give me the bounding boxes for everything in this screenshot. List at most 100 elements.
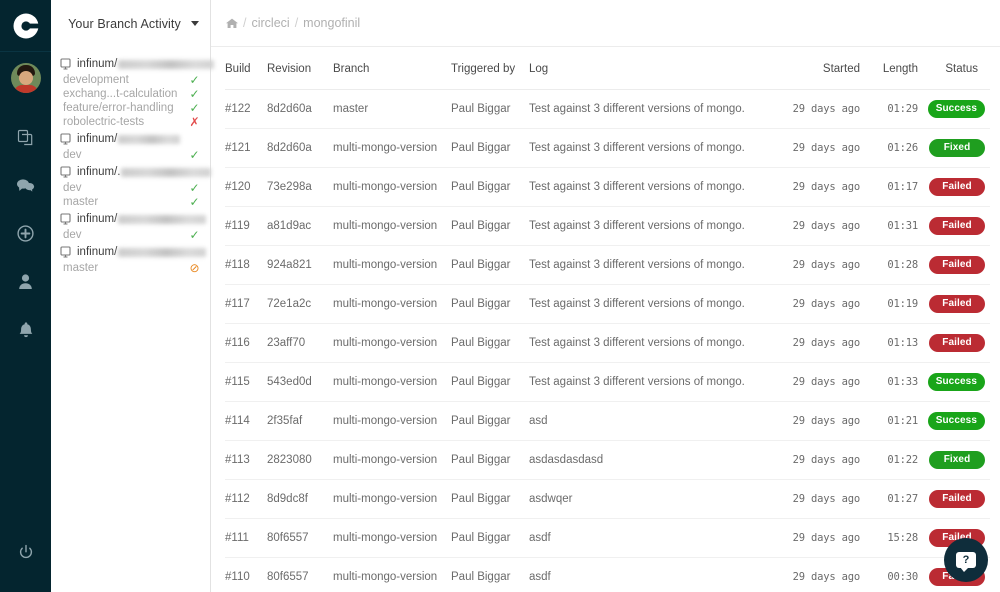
status-cell: Fixed <box>918 441 990 480</box>
project-header[interactable]: infinum/ <box>51 243 210 261</box>
branch-status-failed-icon: ✗ <box>188 116 201 128</box>
sidebar-branch-item[interactable]: exchang...t-calculation✓ <box>51 87 210 101</box>
build-number: #115 <box>225 363 267 402</box>
column-header-status[interactable]: Status <box>918 47 990 90</box>
builds-table: Build Revision Branch Triggered by Log S… <box>225 47 990 592</box>
status-badge: Success <box>928 100 985 118</box>
triggered-by: Paul Biggar <box>451 246 529 285</box>
table-row[interactable]: #11623aff70multi-mongo-versionPaul Bigga… <box>225 324 990 363</box>
table-row[interactable]: #1218d2d60amulti-mongo-versionPaul Bigga… <box>225 129 990 168</box>
project-name: infinum/ <box>77 246 206 258</box>
builds-icon[interactable] <box>0 113 51 161</box>
build-length: 01:28 <box>860 246 918 285</box>
triggered-by: Paul Biggar <box>451 129 529 168</box>
status-cell: Failed <box>918 246 990 285</box>
builds-table-wrap: Build Revision Branch Triggered by Log S… <box>211 47 1000 592</box>
status-cell: Success <box>918 90 990 129</box>
branch-activity-dropdown[interactable]: Your Branch Activity <box>51 0 210 47</box>
status-cell: Fixed <box>918 129 990 168</box>
branch-status-success-icon: ✓ <box>188 182 201 194</box>
status-cell: Failed <box>918 285 990 324</box>
builds-table-body: #1228d2d60amasterPaul BiggarTest against… <box>225 90 990 592</box>
table-row[interactable]: #1128d9dc8fmulti-mongo-versionPaul Bigga… <box>225 480 990 519</box>
add-projects-icon[interactable] <box>0 209 51 257</box>
triggered-by: Paul Biggar <box>451 402 529 441</box>
sidebar-branch-item[interactable]: dev✓ <box>51 148 210 162</box>
project-header[interactable]: infinum/ <box>51 55 210 73</box>
branch-status-success-icon: ✓ <box>188 149 201 161</box>
project-group: infinum/master⊘ <box>51 243 210 275</box>
breadcrumb-org[interactable]: circleci <box>251 16 289 30</box>
revision: 73e298a <box>267 168 333 207</box>
column-header-build[interactable]: Build <box>225 47 267 90</box>
triggered-by: Paul Biggar <box>451 168 529 207</box>
icon-rail <box>0 0 51 592</box>
circleci-logo[interactable] <box>0 0 51 51</box>
sidebar-branch-item[interactable]: dev✓ <box>51 181 210 195</box>
column-header-log[interactable]: Log <box>529 47 772 90</box>
avatar[interactable] <box>0 51 51 103</box>
column-header-triggered-by[interactable]: Triggered by <box>451 47 529 90</box>
build-length: 01:21 <box>860 402 918 441</box>
status-cell: Failed <box>918 480 990 519</box>
revision: 8d2d60a <box>267 129 333 168</box>
table-row[interactable]: #1228d2d60amasterPaul BiggarTest against… <box>225 90 990 129</box>
build-number: #120 <box>225 168 267 207</box>
sidebar-branch-item[interactable]: feature/error-handling✓ <box>51 101 210 115</box>
build-length: 01:33 <box>860 363 918 402</box>
table-row[interactable]: #118924a821multi-mongo-versionPaul Bigga… <box>225 246 990 285</box>
sidebar-branch-label: feature/error-handling <box>63 102 174 114</box>
started-time: 29 days ago <box>772 90 860 129</box>
column-header-revision[interactable]: Revision <box>267 47 333 90</box>
table-row[interactable]: #119a81d9acmulti-mongo-versionPaul Bigga… <box>225 207 990 246</box>
home-icon[interactable] <box>226 18 238 29</box>
project-header[interactable]: infinum/. <box>51 163 210 181</box>
branch-activity-label: Your Branch Activity <box>68 17 181 31</box>
sidebar-branch-item[interactable]: robolectric-tests ✗ <box>51 115 210 129</box>
table-row[interactable]: #11080f6557multi-mongo-versionPaul Bigga… <box>225 558 990 592</box>
builds-table-head: Build Revision Branch Triggered by Log S… <box>225 47 990 90</box>
breadcrumb-project[interactable]: mongofinil <box>303 16 360 30</box>
project-name-redacted <box>118 215 206 224</box>
build-number: #116 <box>225 324 267 363</box>
started-time: 29 days ago <box>772 129 860 168</box>
table-row[interactable]: #1132823080multi-mongo-versionPaul Bigga… <box>225 441 990 480</box>
build-length: 01:19 <box>860 285 918 324</box>
log-message: asdasdasdasd <box>529 441 772 480</box>
revision: 80f6557 <box>267 519 333 558</box>
help-button[interactable]: ? <box>944 538 988 582</box>
project-header[interactable]: infinum/ <box>51 130 210 148</box>
logout-icon[interactable] <box>0 544 51 560</box>
circleci-app: Your Branch Activity infinum/development… <box>0 0 1000 592</box>
branch-status-canceled-icon: ⊘ <box>188 262 201 274</box>
sidebar-branch-label: development <box>63 74 129 86</box>
branch-status-success-icon: ✓ <box>188 74 201 86</box>
sidebar-branch-label: robolectric-tests <box>63 116 144 128</box>
project-group: infinum/development✓exchang...t-calculat… <box>51 55 210 129</box>
branch-status-success-icon: ✓ <box>188 196 201 208</box>
sidebar-branch-item[interactable]: master✓ <box>51 195 210 209</box>
sidebar-branch-item[interactable]: development ✓ <box>51 73 210 87</box>
table-row[interactable]: #115543ed0dmulti-mongo-versionPaul Bigga… <box>225 363 990 402</box>
notifications-icon[interactable] <box>0 305 51 353</box>
insights-icon[interactable] <box>0 161 51 209</box>
project-header[interactable]: infinum/ <box>51 210 210 228</box>
build-number: #117 <box>225 285 267 324</box>
table-row[interactable]: #11772e1a2cmulti-mongo-versionPaul Bigga… <box>225 285 990 324</box>
started-time: 29 days ago <box>772 480 860 519</box>
column-header-branch[interactable]: Branch <box>333 47 451 90</box>
column-header-started[interactable]: Started <box>772 47 860 90</box>
table-row[interactable]: #1142f35fafmulti-mongo-versionPaul Bigga… <box>225 402 990 441</box>
status-cell: Failed <box>918 207 990 246</box>
branch-name: multi-mongo-version <box>333 363 451 402</box>
teams-icon[interactable] <box>0 257 51 305</box>
sidebar-branch-item[interactable]: dev✓ <box>51 228 210 242</box>
sidebar-branch-item[interactable]: master⊘ <box>51 261 210 275</box>
triggered-by: Paul Biggar <box>451 207 529 246</box>
started-time: 29 days ago <box>772 168 860 207</box>
column-header-length[interactable]: Length <box>860 47 918 90</box>
table-row[interactable]: #12073e298amulti-mongo-versionPaul Bigga… <box>225 168 990 207</box>
table-row[interactable]: #11180f6557multi-mongo-versionPaul Bigga… <box>225 519 990 558</box>
sidebar-branch-label: exchang...t-calculation <box>63 88 177 100</box>
table-header-row: Build Revision Branch Triggered by Log S… <box>225 47 990 90</box>
